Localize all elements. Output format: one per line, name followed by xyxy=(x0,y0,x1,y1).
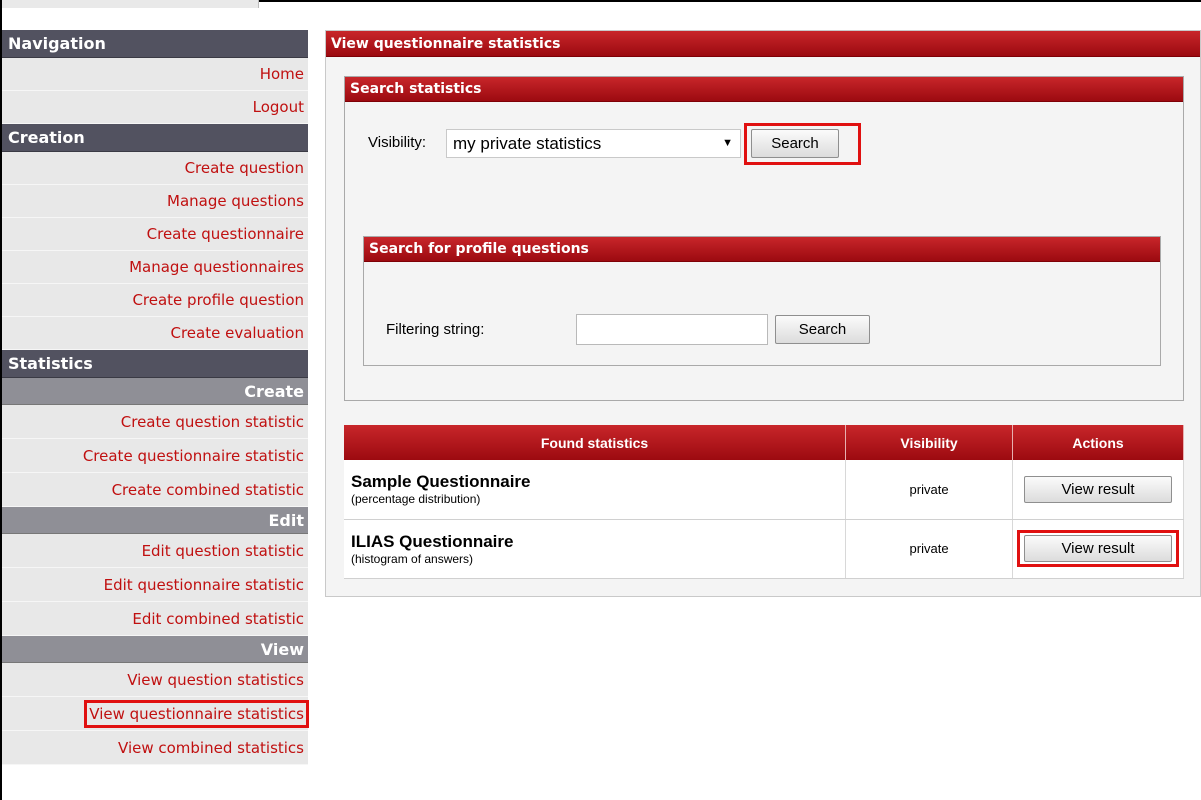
view-result-highlight: View result xyxy=(1017,530,1179,567)
filter-label: Filtering string: xyxy=(386,321,485,338)
sidebar-item-label[interactable]: Create profile question xyxy=(132,291,304,309)
sidebar-item-label[interactable]: Home xyxy=(260,65,304,83)
search-statistics-button[interactable]: Search xyxy=(751,129,839,158)
column-header-found-statistics: Found statistics xyxy=(344,425,847,460)
sidebar-item-edit-question-statistic[interactable]: Edit question statistic xyxy=(2,534,308,568)
profile-search-panel: Search for profile questions Filtering s… xyxy=(363,236,1161,366)
sidebar-item-label[interactable]: Manage questions xyxy=(167,192,304,210)
table-row: ILIAS Questionnaire (histogram of answer… xyxy=(344,519,1184,579)
sidebar-item-edit-questionnaire-statistic[interactable]: Edit questionnaire statistic xyxy=(2,568,308,602)
sidebar-item-label[interactable]: Create questionnaire statistic xyxy=(83,447,304,465)
sidebar-item-label[interactable]: Manage questionnaires xyxy=(129,258,304,276)
main-panel: View questionnaire statistics Search sta… xyxy=(325,30,1201,597)
actions-cell: View result xyxy=(1012,519,1184,579)
results-header-row: Found statistics Visibility Actions xyxy=(344,425,1184,460)
sidebar-item-manage-questionnaires[interactable]: Manage questionnaires xyxy=(2,251,308,284)
sidebar-item-label[interactable]: View questionnaire statistics xyxy=(84,700,309,728)
sidebar-subheader-create: Create xyxy=(2,378,308,405)
visibility-cell: private xyxy=(845,460,1013,520)
sidebar-header-navigation: Navigation xyxy=(2,30,308,58)
view-result-button[interactable]: View result xyxy=(1024,475,1172,503)
sidebar-item-home[interactable]: Home xyxy=(2,58,308,91)
profile-search-title: Search for profile questions xyxy=(364,237,1160,262)
column-header-visibility: Visibility xyxy=(845,425,1013,460)
actions-cell: View result xyxy=(1012,460,1184,520)
sidebar-item-label[interactable]: Create combined statistic xyxy=(112,481,304,499)
sidebar-item-view-combined-statistics[interactable]: View combined statistics xyxy=(2,731,308,765)
sidebar-item-label[interactable]: Create question xyxy=(185,159,304,177)
statistic-subtitle: (histogram of answers) xyxy=(351,551,474,566)
frame-top-line xyxy=(259,0,1201,2)
statistic-cell: ILIAS Questionnaire (histogram of answer… xyxy=(344,519,847,579)
sidebar-item-label[interactable]: Edit questionnaire statistic xyxy=(104,576,304,594)
sidebar-item-create-evaluation[interactable]: Create evaluation xyxy=(2,317,308,350)
visibility-cell: private xyxy=(845,519,1013,579)
sidebar-item-create-questionnaire-statistic[interactable]: Create questionnaire statistic xyxy=(2,439,308,473)
sidebar-item-logout[interactable]: Logout xyxy=(2,91,308,124)
profile-search-button[interactable]: Search xyxy=(775,315,870,344)
visibility-label: Visibility: xyxy=(368,134,427,151)
search-statistics-title: Search statistics xyxy=(345,77,1183,102)
sidebar-subheader-edit: Edit xyxy=(2,507,308,534)
filter-input[interactable] xyxy=(576,314,768,345)
sidebar-item-create-profile-question[interactable]: Create profile question xyxy=(2,284,308,317)
visibility-select-value: my private statistics xyxy=(453,134,602,153)
search-statistics-panel: Search statistics Visibility: my private… xyxy=(344,76,1184,401)
sidebar-item-label[interactable]: Edit combined statistic xyxy=(132,610,304,628)
sidebar-item-view-questionnaire-statistics[interactable]: View questionnaire statistics xyxy=(2,697,309,731)
sidebar-item-create-questionnaire[interactable]: Create questionnaire xyxy=(2,218,308,251)
sidebar-item-label[interactable]: Logout xyxy=(253,98,304,116)
statistic-title: Sample Questionnaire xyxy=(351,472,531,492)
sidebar-item-create-question[interactable]: Create question xyxy=(2,152,308,185)
sidebar-item-manage-questions[interactable]: Manage questions xyxy=(2,185,308,218)
view-result-button[interactable]: View result xyxy=(1024,535,1172,562)
table-row: Sample Questionnaire (percentage distrib… xyxy=(344,460,1184,520)
sidebar-item-create-question-statistic[interactable]: Create question statistic xyxy=(2,405,308,439)
page-title: View questionnaire statistics xyxy=(326,31,1200,57)
sidebar-navigation: Navigation Home Logout Creation Create q… xyxy=(2,30,309,765)
sidebar-item-view-question-statistics[interactable]: View question statistics xyxy=(2,663,308,697)
sidebar-item-label[interactable]: Create evaluation xyxy=(170,324,304,342)
visibility-select[interactable]: my private statistics ▼ xyxy=(446,129,741,158)
results-table: Found statistics Visibility Actions Samp… xyxy=(344,425,1184,579)
sidebar-header-statistics: Statistics xyxy=(2,350,308,378)
statistic-cell: Sample Questionnaire (percentage distrib… xyxy=(344,460,847,520)
sidebar-item-label[interactable]: View combined statistics xyxy=(118,739,304,757)
sidebar-item-label[interactable]: Create question statistic xyxy=(121,413,304,431)
sidebar-item-label[interactable]: Create questionnaire xyxy=(147,225,304,243)
sidebar-item-label[interactable]: Edit question statistic xyxy=(142,542,304,560)
sidebar-item-create-combined-statistic[interactable]: Create combined statistic xyxy=(2,473,308,507)
statistic-subtitle: (percentage distribution) xyxy=(351,492,481,507)
sidebar-item-label[interactable]: View question statistics xyxy=(127,671,304,689)
sidebar-header-creation: Creation xyxy=(2,124,308,152)
column-header-actions: Actions xyxy=(1012,425,1184,460)
chevron-down-icon: ▼ xyxy=(722,137,733,149)
top-stub xyxy=(0,0,259,8)
sidebar-subheader-view: View xyxy=(2,636,308,663)
statistic-title: ILIAS Questionnaire xyxy=(351,531,514,551)
sidebar-item-edit-combined-statistic[interactable]: Edit combined statistic xyxy=(2,602,308,636)
